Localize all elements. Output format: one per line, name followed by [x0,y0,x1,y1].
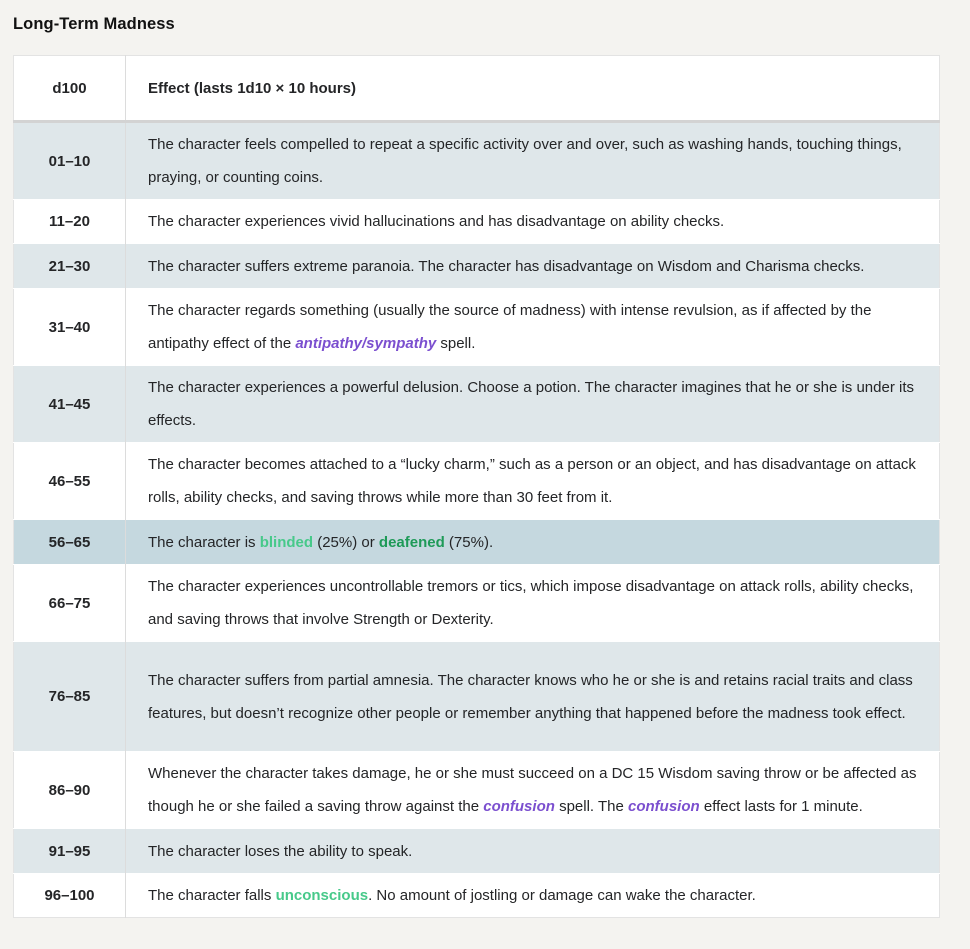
condition-link-blinded[interactable]: blinded [260,534,313,551]
table-row: 31–40 The character regards something (u… [13,288,940,366]
effect-text: Whenever the character takes damage, he … [126,752,940,829]
table-heading: Long-Term Madness [13,15,175,33]
table-row: 21–30 The character suffers extreme para… [13,243,940,289]
table-row: 01–10 The character feels compelled to r… [13,121,940,200]
effect-text-part: The character regards something (usually… [148,302,872,352]
roll-range: 01–10 [13,121,126,200]
roll-range: 91–95 [13,828,126,874]
table-row: 46–55 The character becomes attached to … [13,442,940,520]
effect-text: The character experiences vivid hallucin… [148,213,725,230]
effect-text-part: spell. The [554,798,629,815]
effect-text: The character experiences a powerful del… [148,379,914,429]
table-row: 91–95 The character loses the ability to… [13,828,940,874]
table-row: 86–90 Whenever the character takes damag… [13,751,940,829]
effect-text-part: effect lasts for 1 minute. [699,798,863,815]
table-row-highlighted: 56–65 The character is blinded (25%) or … [13,519,940,565]
roll-range: 11–20 [13,199,126,244]
table-row: 41–45 The character experiences a powerf… [13,365,940,443]
effect-text: The character regards something (usually… [126,289,940,366]
effect-text-part: . No amount of jostling or damage can wa… [368,887,756,904]
effect-text-part: spell. [436,335,476,352]
effect-text: The character is blinded (25%) or deafen… [126,520,940,565]
table-row: 11–20 The character experiences vivid ha… [13,199,940,244]
page: Long-Term Madness d100 Effect (lasts 1d1… [0,0,970,949]
condition-link-deafened[interactable]: deafened [379,534,445,551]
table-row: 76–85 The character suffers from partial… [13,641,940,752]
effect-text: The character suffers from partial amnes… [148,671,913,722]
roll-range: 66–75 [13,564,126,642]
condition-link-unconscious[interactable]: unconscious [276,887,369,904]
table-row: 66–75 The character experiences uncontro… [13,564,940,642]
effect-text-part: (75%). [444,533,494,551]
effect-text-part: (25%) or [313,533,379,551]
table-header-row: d100 Effect (lasts 1d10 × 10 hours) [13,55,940,122]
spell-link-confusion[interactable]: confusion [483,798,555,815]
effect-text: The character becomes attached to a “luc… [148,456,916,506]
column-header-effect: Effect (lasts 1d10 × 10 hours) [148,79,356,97]
effect-text-part: The character falls [148,887,276,904]
effect-text: The character suffers extreme paranoia. … [148,257,865,275]
table-row: 96–100 The character falls unconscious. … [13,873,940,918]
effect-text: The character feels compelled to repeat … [148,136,902,186]
roll-range: 96–100 [13,873,126,918]
effect-text-part: The character is [148,533,260,551]
roll-range: 46–55 [13,442,126,520]
spell-link-antipathy-sympathy[interactable]: antipathy/sympathy [295,335,436,352]
roll-range: 76–85 [13,641,126,752]
roll-range: 21–30 [13,243,126,289]
effect-text: The character experiences uncontrollable… [148,578,914,628]
roll-range: 41–45 [13,365,126,443]
effect-text: The character loses the ability to speak… [148,842,413,860]
roll-range: 86–90 [13,751,126,829]
long-term-madness-table: d100 Effect (lasts 1d10 × 10 hours) 01–1… [13,55,940,918]
roll-range: 31–40 [13,288,126,366]
column-header-d100: d100 [13,55,126,122]
effect-text: The character falls unconscious. No amou… [126,874,940,918]
spell-link-confusion[interactable]: confusion [628,798,700,815]
roll-range: 56–65 [13,519,126,565]
